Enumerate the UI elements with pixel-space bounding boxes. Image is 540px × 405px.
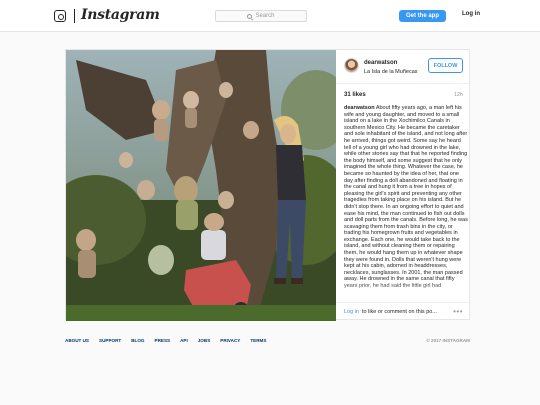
comment-login-link[interactable]: Log in [344,309,359,315]
follow-button[interactable]: FOLLOW [428,58,463,73]
more-options-icon[interactable]: ••• [453,307,463,316]
search-input[interactable]: Search [215,10,307,22]
footer: ABOUT US SUPPORT BLOG PRESS API JOBS PRI… [65,338,470,348]
footer-link-jobs[interactable]: JOBS [198,338,211,343]
likes-count[interactable]: 31 likes [344,92,366,98]
footer-link-press[interactable]: PRESS [155,338,171,343]
post-age[interactable]: 12h [454,92,463,98]
get-the-app-button[interactable]: Get the app [399,10,446,22]
footer-links: ABOUT US SUPPORT BLOG PRESS API JOBS PRI… [65,338,266,343]
post-location[interactable]: La Isla de la Muñecas [364,69,418,75]
post-photo[interactable] [66,50,336,321]
post-username[interactable]: dearwatson [364,60,397,66]
likes-row: 31 likes 12h [344,92,463,102]
footer-link-privacy[interactable]: PRIVACY [220,338,240,343]
footer-link-api[interactable]: API [180,338,188,343]
search-placeholder: Search [255,13,275,19]
footer-link-support[interactable]: SUPPORT [99,338,121,343]
post-header: dearwatson La Isla de la Muñecas FOLLOW [336,50,471,84]
footer-link-blog[interactable]: BLOG [131,338,144,343]
copyright: © 2017 INSTAGRAM [426,338,470,343]
footer-link-about-us[interactable]: ABOUT US [65,338,89,343]
post-card: dearwatson La Isla de la Muñecas FOLLOW … [65,49,471,321]
caption-fade [344,282,468,300]
post-photo-image [66,50,336,321]
post-caption: dearwatson About fifty years ago, a man … [344,105,468,300]
avatar[interactable] [344,58,359,73]
login-link[interactable]: Log in [462,11,480,17]
logo-divider [74,9,75,23]
search-icon [247,13,253,19]
post-sidebar: dearwatson La Isla de la Muñecas FOLLOW … [336,50,471,321]
caption-username[interactable]: dearwatson [344,105,375,111]
comment-prompt: to like or comment on this po... [362,309,437,315]
top-navigation-bar: Instagram Search Get the app Log in [0,0,540,32]
instagram-camera-icon[interactable] [54,10,66,22]
comment-bar: Log in to like or comment on this po... … [336,302,471,321]
caption-text: About fifty years ago, a man left his wi… [344,105,468,289]
instagram-wordmark[interactable]: Instagram [81,7,160,23]
footer-link-terms[interactable]: TERMS [250,338,266,343]
